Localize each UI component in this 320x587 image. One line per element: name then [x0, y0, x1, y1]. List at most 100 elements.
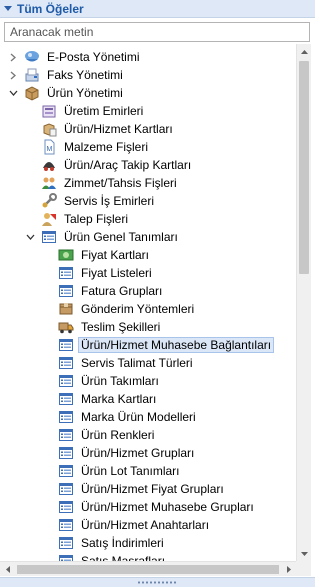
request-icon: [41, 211, 57, 227]
collapsed-chevron-icon[interactable]: [7, 51, 19, 63]
tree-item-label: Zimmet/Tahsis Fişleri: [64, 176, 177, 190]
tree-item-label: Ürün/Hizmet Anahtarları: [81, 518, 210, 532]
scrollbar-corner: [296, 561, 311, 576]
horizontal-scrollbar[interactable]: [0, 561, 296, 576]
service-icon: [41, 193, 57, 209]
tree-item[interactable]: M Malzeme Fişleri: [24, 138, 151, 156]
tree-item[interactable]: Satış Masrafları: [41, 552, 168, 561]
tree-item[interactable]: Servis Talimat Türleri: [41, 354, 196, 372]
tree-item[interactable]: Fiyat Kartları: [41, 246, 152, 264]
collapse-arrow-icon[interactable]: [4, 6, 12, 11]
tree-item[interactable]: Ürün/Hizmet Fiyat Grupları: [41, 480, 227, 498]
panel-header[interactable]: Tüm Öğeler: [0, 0, 315, 18]
list-icon: [58, 373, 74, 389]
tree-item-label: Faks Yönetimi: [47, 68, 123, 82]
tree-item[interactable]: Ürün Yönetimi: [7, 84, 126, 102]
search-box[interactable]: [4, 22, 310, 42]
tree-item[interactable]: Ürün/Hizmet Muhasebe Bağlantıları: [41, 336, 275, 354]
collapsed-chevron-icon[interactable]: [7, 69, 19, 81]
svg-text:M: M: [47, 146, 53, 153]
scroll-up-arrow-icon[interactable]: [297, 44, 312, 59]
tree-item[interactable]: E-Posta Yönetimi: [7, 48, 143, 66]
tree-item[interactable]: Ürün Lot Tanımları: [41, 462, 183, 480]
list-icon: [58, 499, 74, 515]
tree-item[interactable]: Marka Kartları: [41, 390, 159, 408]
tree-item-label: Fatura Grupları: [81, 284, 163, 298]
shipping-icon: [58, 301, 74, 317]
tree-item[interactable]: Ürün/Hizmet Kartları: [24, 120, 176, 138]
users-icon: [41, 175, 57, 191]
tree-item[interactable]: Üretim Emirleri: [24, 102, 146, 120]
list-icon: [58, 391, 74, 407]
expanded-chevron-icon[interactable]: [24, 231, 36, 243]
search-input[interactable]: [5, 23, 309, 41]
navigation-tree: E-Posta Yönetimi Faks Yönetimi Ürün Yöneti…: [0, 44, 296, 561]
scroll-left-arrow-icon[interactable]: [0, 562, 15, 577]
tree-item[interactable]: Ürün/Araç Takip Kartları: [24, 156, 194, 174]
tree-item-label: Ürün/Hizmet Fiyat Grupları: [81, 482, 224, 496]
tree-item[interactable]: Ürün/Hizmet Grupları: [41, 444, 197, 462]
tree-item[interactable]: Ürün Renkleri: [41, 426, 157, 444]
tree-item[interactable]: Marka Ürün Modelleri: [41, 408, 199, 426]
list-icon: [58, 535, 74, 551]
vertical-scrollbar[interactable]: [296, 44, 311, 561]
scroll-right-arrow-icon[interactable]: [281, 562, 296, 577]
scroll-down-arrow-icon[interactable]: [297, 546, 312, 561]
tree-item-label: Ürün/Araç Takip Kartları: [64, 158, 192, 172]
tree-item[interactable]: Faks Yönetimi: [7, 66, 126, 84]
list-icon: [58, 481, 74, 497]
tree-item-label: Gönderim Yöntemleri: [81, 302, 195, 316]
tree-item[interactable]: Zimmet/Tahsis Fişleri: [24, 174, 180, 192]
list-icon: [58, 409, 74, 425]
list-icon: [58, 355, 74, 371]
tree-item[interactable]: Gönderim Yöntemleri: [41, 300, 197, 318]
tree-item-label: Ürün Genel Tanımları: [64, 230, 178, 244]
tree-item[interactable]: Fiyat Listeleri: [41, 264, 155, 282]
tree-item-label: Satış İndirimleri: [81, 536, 164, 550]
tree-item-label: Üretim Emirleri: [64, 104, 144, 118]
tree-item-label: Marka Ürün Modelleri: [81, 410, 196, 424]
tree-item[interactable]: Satış İndirimleri: [41, 534, 167, 552]
panel-splitter[interactable]: [0, 577, 315, 587]
splitter-grip-icon[interactable]: [137, 581, 177, 584]
tree-item-label: Servis Talimat Türleri: [81, 356, 193, 370]
tree-item[interactable]: Ürün/Hizmet Muhasebe Grupları: [41, 498, 257, 516]
production-icon: [41, 103, 57, 119]
panel-title: Tüm Öğeler: [17, 2, 84, 16]
list-icon: [58, 463, 74, 479]
tree-item[interactable]: Teslim Şekilleri: [41, 318, 163, 336]
tree-item[interactable]: Servis İş Emirleri: [24, 192, 157, 210]
vertical-scroll-thumb[interactable]: [299, 61, 309, 274]
tree-item-label: Ürün/Hizmet Muhasebe Bağlantıları: [78, 337, 275, 353]
tree-item-label: Servis İş Emirleri: [64, 194, 155, 208]
tree-item[interactable]: Ürün Genel Tanımları: [24, 228, 181, 246]
tree-item[interactable]: Fatura Grupları: [41, 282, 165, 300]
tree-item[interactable]: Ürün/Hizmet Anahtarları: [41, 516, 212, 534]
document-icon: M: [41, 139, 57, 155]
tree-item[interactable]: Ürün Takımları: [41, 372, 162, 390]
tree-item[interactable]: Talep Fişleri: [24, 210, 131, 228]
tracking-icon: [41, 157, 57, 173]
tree-item-label: Ürün/Hizmet Muhasebe Grupları: [81, 500, 254, 514]
box-icon: [24, 85, 40, 101]
tree-item-label: Marka Kartları: [81, 392, 157, 406]
horizontal-scroll-thumb[interactable]: [17, 565, 279, 574]
truck-icon: [58, 319, 74, 335]
tree-item-label: Fiyat Kartları: [81, 248, 150, 262]
expanded-chevron-icon[interactable]: [7, 87, 19, 99]
tree-item-label: Fiyat Listeleri: [81, 266, 152, 280]
list-icon: [41, 229, 57, 245]
tree-item-label: Ürün Takımları: [81, 374, 159, 388]
